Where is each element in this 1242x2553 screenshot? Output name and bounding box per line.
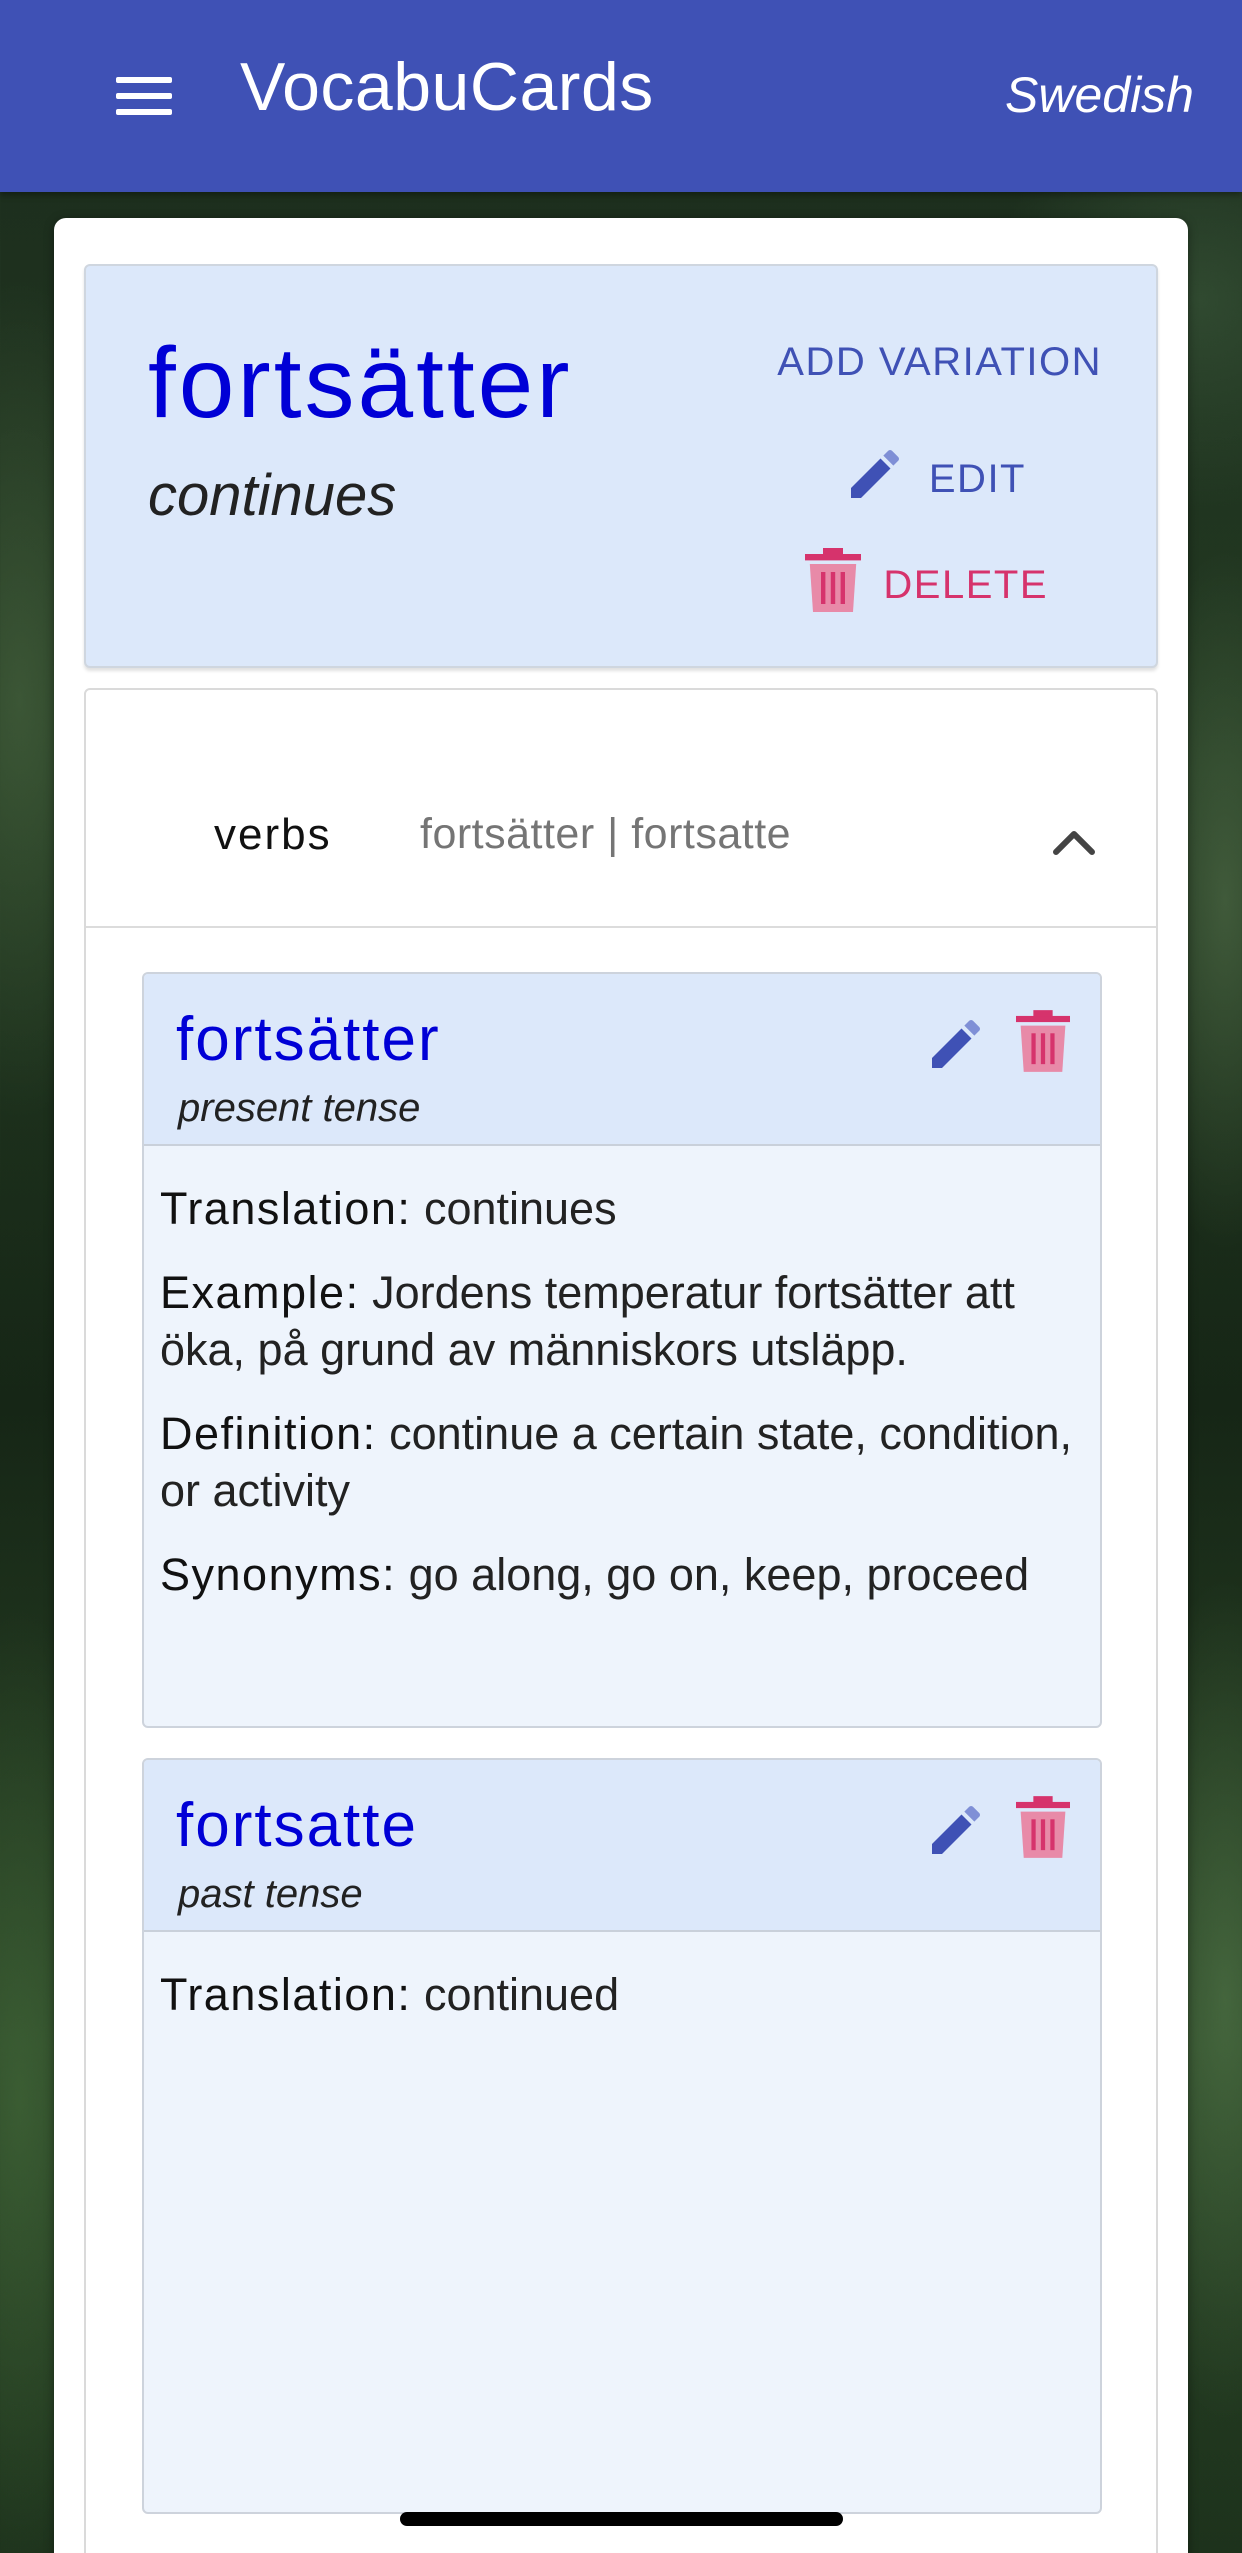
field-label: Example: <box>160 1267 360 1318</box>
trash-icon[interactable] <box>1016 1010 1070 1072</box>
translation-line: Translation: continued <box>160 1966 1084 2023</box>
field-value: go along, go on, keep, proceed <box>408 1549 1030 1600</box>
field-value: continues <box>423 1183 617 1234</box>
pencil-icon[interactable] <box>924 1798 988 1862</box>
section-forms: fortsätter | fortsatte <box>420 810 792 858</box>
app-title: VocabuCards <box>240 49 654 125</box>
field-value: continued <box>423 1969 620 2020</box>
home-indicator[interactable] <box>400 2512 843 2526</box>
trash-icon <box>805 548 862 622</box>
variation-word: fortsatte <box>176 1791 418 1860</box>
edit-button[interactable]: EDIT <box>843 442 1026 516</box>
edit-label: EDIT <box>928 456 1026 501</box>
app-bar: VocabuCards Swedish <box>0 0 1242 192</box>
delete-button[interactable]: DELETE <box>805 548 1048 622</box>
trash-icon[interactable] <box>1016 1796 1070 1858</box>
hamburger-menu-icon[interactable] <box>100 60 188 132</box>
variation-card: fortsätter present tense Translation: co… <box>142 972 1102 1728</box>
field-label: Translation: <box>160 1969 412 2020</box>
add-variation-button[interactable]: ADD VARIATION <box>777 340 1102 385</box>
word-header: fortsätter continues ADD VARIATION EDIT <box>84 264 1158 668</box>
verbs-section-header[interactable]: verbs fortsätter | fortsatte <box>86 738 1156 928</box>
variation-tense: present tense <box>178 1086 421 1130</box>
word-title: fortsätter <box>148 327 573 439</box>
pencil-icon <box>843 442 907 516</box>
add-variation-label: ADD VARIATION <box>777 340 1102 384</box>
translation-line: Translation: continues <box>160 1180 1084 1237</box>
variation-word: fortsätter <box>176 1005 441 1074</box>
verbs-section: verbs fortsätter | fortsatte fortsätter … <box>84 688 1158 2553</box>
field-label: Synonyms: <box>160 1549 397 1600</box>
variation-header: fortsätter present tense <box>144 974 1100 1146</box>
variation-card: fortsatte past tense Translation: contin… <box>142 1758 1102 2514</box>
definition-line: Definition: continue a certain state, co… <box>160 1405 1084 1519</box>
field-label: Translation: <box>160 1183 412 1234</box>
variation-details: Translation: continued <box>144 1932 1100 2023</box>
variation-details: Translation: continues Example: Jordens … <box>144 1146 1100 1603</box>
language-selector[interactable]: Swedish <box>1005 66 1194 124</box>
word-translation: continues <box>148 463 397 528</box>
pencil-icon[interactable] <box>924 1012 988 1076</box>
variation-header: fortsatte past tense <box>144 1760 1100 1932</box>
variation-tense: past tense <box>178 1872 363 1916</box>
section-label: verbs <box>214 810 332 859</box>
synonyms-line: Synonyms: go along, go on, keep, proceed <box>160 1546 1084 1603</box>
field-label: Definition: <box>160 1408 377 1459</box>
delete-label: DELETE <box>883 562 1048 607</box>
chevron-up-icon[interactable] <box>1050 822 1098 862</box>
example-line: Example: Jordens temperatur fortsätter a… <box>160 1264 1084 1378</box>
word-card: fortsätter continues ADD VARIATION EDIT <box>54 218 1188 2553</box>
